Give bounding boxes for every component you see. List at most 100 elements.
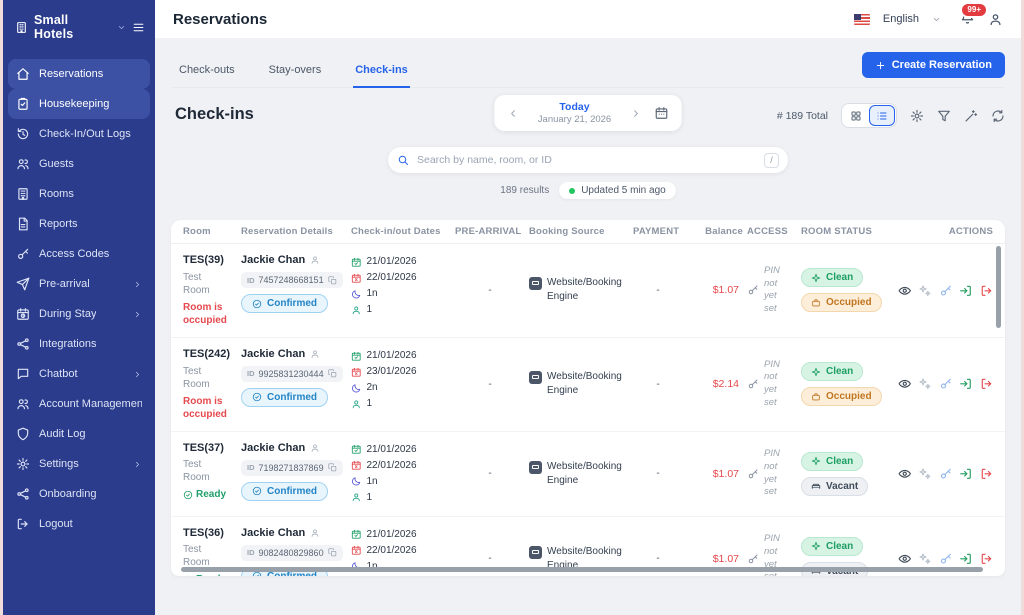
- key-icon[interactable]: [747, 468, 759, 480]
- automation-button[interactable]: [964, 109, 978, 123]
- create-reservation-button[interactable]: Create Reservation: [862, 52, 1005, 78]
- key-icon[interactable]: [747, 284, 759, 296]
- chevron-down-icon[interactable]: [117, 23, 126, 32]
- view-details-button[interactable]: [898, 284, 912, 298]
- view-details-button[interactable]: [898, 377, 912, 391]
- check-in-date: 21/01/2026: [367, 348, 417, 364]
- column-header: PAYMENT: [633, 226, 683, 237]
- balance-value: $1.07: [687, 553, 743, 565]
- sidebar-item-onboarding[interactable]: Onboarding: [8, 479, 150, 509]
- copy-icon[interactable]: [328, 276, 337, 285]
- sidebar-item-guests[interactable]: Guests: [8, 149, 150, 179]
- housekeeping-button[interactable]: [918, 467, 932, 481]
- vertical-scrollbar[interactable]: [996, 246, 1001, 328]
- grid-view-button[interactable]: [843, 105, 869, 126]
- pin-note: PIN not yet set: [764, 359, 788, 410]
- occupancy-icon: [811, 392, 821, 402]
- search-bar[interactable]: /: [388, 147, 788, 173]
- tab-stay-overs[interactable]: Stay-overs: [267, 55, 324, 87]
- check-out-date: 22/01/2026: [367, 543, 417, 559]
- filter-button[interactable]: [937, 109, 951, 123]
- sidebar-item-check-in-out-logs[interactable]: Check-In/Out Logs: [8, 119, 150, 149]
- view-details-button[interactable]: [898, 467, 912, 481]
- reservation-id-pill[interactable]: ID 7457248668151: [241, 272, 343, 288]
- send-icon: [16, 277, 30, 291]
- file-icon: [16, 217, 30, 231]
- key-icon[interactable]: [747, 553, 759, 565]
- section-heading: Check-ins: [175, 105, 254, 124]
- sidebar-header[interactable]: Small Hotels: [3, 0, 155, 51]
- sidebar-item-audit-log[interactable]: Audit Log: [8, 419, 150, 449]
- list-view-button[interactable]: [869, 105, 895, 126]
- sidebar-item-access-codes[interactable]: Access Codes: [8, 239, 150, 269]
- copy-icon[interactable]: [328, 463, 337, 472]
- room-code: TES(242): [183, 348, 237, 362]
- user-profile-button[interactable]: [988, 12, 1003, 27]
- users-icon: [16, 397, 30, 411]
- copy-icon[interactable]: [328, 369, 337, 378]
- access-code-button[interactable]: [939, 284, 953, 298]
- updated-status: Updated 5 min ago: [559, 182, 676, 199]
- reservation-id-pill[interactable]: ID 7198271837869: [241, 460, 343, 476]
- reservation-id-pill[interactable]: ID 9082480829860: [241, 545, 343, 561]
- refresh-button[interactable]: [991, 109, 1005, 123]
- housekeeping-button[interactable]: [918, 552, 932, 566]
- check-in-button[interactable]: [959, 284, 973, 298]
- calendar-picker-button[interactable]: [655, 106, 669, 120]
- search-input[interactable]: [417, 154, 756, 166]
- check-out-button[interactable]: [980, 377, 994, 391]
- check-in-button[interactable]: [959, 467, 973, 481]
- booking-source-label: Website/Booking Engine: [547, 276, 629, 304]
- check-out-button[interactable]: [980, 467, 994, 481]
- booking-source-cell: Website/Booking Engine: [529, 276, 629, 304]
- access-code-button[interactable]: [939, 377, 953, 391]
- check-in-button[interactable]: [959, 552, 973, 566]
- sidebar-item-rooms[interactable]: Rooms: [8, 179, 150, 209]
- sidebar-item-during-stay[interactable]: During Stay: [8, 299, 150, 329]
- sidebar-item-integrations[interactable]: Integrations: [8, 329, 150, 359]
- sidebar-item-label: During Stay: [39, 308, 96, 320]
- reservation-id-pill[interactable]: ID 9925831230444: [241, 366, 343, 382]
- access-code-button[interactable]: [939, 467, 953, 481]
- table-row[interactable]: TES(39) Test Room Room is occupied Jacki…: [171, 244, 1005, 338]
- status-label: Confirmed: [267, 298, 317, 309]
- sidebar-item-account-management[interactable]: Account Management: [8, 389, 150, 419]
- guests-count-icon: [351, 492, 362, 503]
- horizontal-scrollbar[interactable]: [181, 567, 983, 572]
- sidebar-item-reports[interactable]: Reports: [8, 209, 150, 239]
- tab-check-ins[interactable]: Check-ins: [353, 55, 410, 88]
- language-selector[interactable]: English: [883, 13, 919, 25]
- menu-icon[interactable]: [132, 21, 145, 34]
- shield-icon: [16, 427, 30, 441]
- check-out-button[interactable]: [980, 552, 994, 566]
- copy-icon[interactable]: [328, 548, 337, 557]
- key-icon[interactable]: [747, 378, 759, 390]
- previous-day-button[interactable]: [508, 108, 519, 119]
- tab-check-outs[interactable]: Check-outs: [177, 55, 237, 87]
- sidebar-item-chatbot[interactable]: Chatbot: [8, 359, 150, 389]
- check-in-button[interactable]: [959, 377, 973, 391]
- occupancy-icon: [811, 481, 821, 491]
- plus-icon: [875, 60, 886, 71]
- check-out-button[interactable]: [980, 284, 994, 298]
- housekeeping-button[interactable]: [918, 284, 932, 298]
- table-row[interactable]: TES(37) Test Room Ready Jackie Chan ID 7…: [171, 432, 1005, 517]
- sidebar-item-pre-arrival[interactable]: Pre-arrival: [8, 269, 150, 299]
- column-header: Check-in/out Dates: [351, 226, 451, 237]
- notifications-button[interactable]: 99+: [960, 10, 975, 29]
- view-details-button[interactable]: [898, 552, 912, 566]
- calendar-clock-icon: [16, 307, 30, 321]
- sidebar-item-reservations[interactable]: Reservations: [8, 59, 150, 89]
- chevron-down-icon[interactable]: [932, 15, 941, 24]
- guests-count: 1: [367, 396, 373, 412]
- sidebar-item-housekeeping[interactable]: Housekeeping: [8, 89, 150, 119]
- access-code-button[interactable]: [939, 552, 953, 566]
- sidebar-item-settings[interactable]: Settings: [8, 449, 150, 479]
- table-row[interactable]: TES(242) Test Room Room is occupied Jack…: [171, 338, 1005, 432]
- next-day-button[interactable]: [631, 108, 642, 119]
- column-settings-button[interactable]: [910, 109, 924, 123]
- sidebar-item-logout[interactable]: Logout: [8, 509, 150, 539]
- guests-count-icon: [351, 399, 362, 410]
- current-date[interactable]: Today January 21, 2026: [532, 101, 618, 125]
- housekeeping-button[interactable]: [918, 377, 932, 391]
